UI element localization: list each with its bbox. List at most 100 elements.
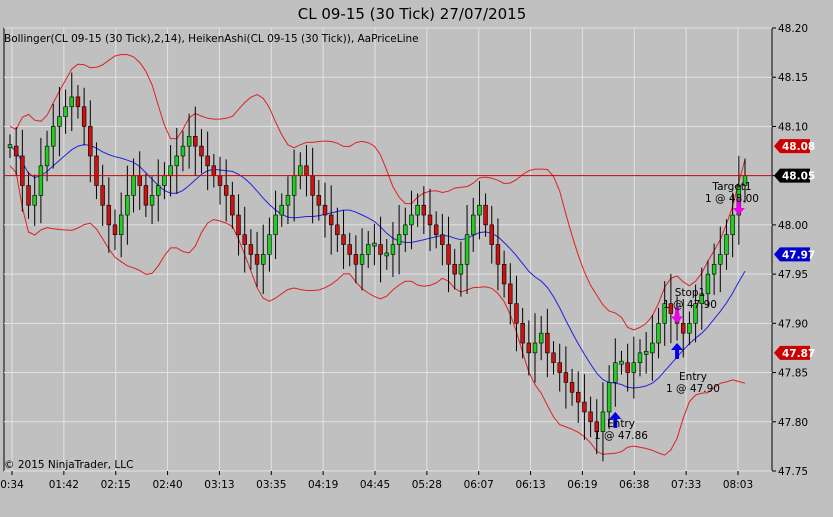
price-tag-label: 47.87 bbox=[782, 348, 815, 360]
candle-body bbox=[180, 145, 186, 157]
candle-body bbox=[44, 145, 50, 167]
annotation-qty: 1 @ 47.90 bbox=[666, 383, 720, 395]
candle-body bbox=[236, 214, 241, 236]
y-tick-label: 47.75 bbox=[778, 466, 808, 478]
candle-body bbox=[606, 382, 612, 413]
x-tick-label: 04:45 bbox=[360, 479, 390, 491]
candle-body bbox=[131, 175, 136, 196]
candle-body bbox=[464, 234, 470, 265]
candle-body bbox=[7, 144, 13, 148]
candle-body bbox=[440, 234, 445, 245]
y-tick-label: 47.80 bbox=[778, 417, 808, 429]
candle-body bbox=[427, 214, 433, 226]
candle-body bbox=[106, 204, 112, 226]
candle-body bbox=[458, 263, 464, 275]
annotation-label: Target1 bbox=[711, 181, 751, 193]
candle-body bbox=[248, 244, 254, 255]
candle-body bbox=[619, 360, 624, 365]
candle-body bbox=[174, 155, 179, 167]
candle-body bbox=[600, 411, 606, 432]
y-tick-label: 48.15 bbox=[778, 72, 808, 84]
candle-body bbox=[489, 224, 494, 245]
x-tick-label: 01:42 bbox=[49, 479, 79, 491]
candle-body bbox=[390, 244, 396, 255]
candle-body bbox=[149, 195, 155, 206]
y-tick-label: 48.00 bbox=[778, 220, 808, 232]
candle-body bbox=[545, 332, 550, 354]
candle-body bbox=[322, 204, 328, 216]
candle-body bbox=[230, 195, 235, 216]
x-tick-label: 04:19 bbox=[308, 479, 338, 491]
candle-body bbox=[69, 96, 74, 108]
copyright-label: © 2015 NinjaTrader, LLC bbox=[4, 459, 133, 471]
price-tag-label: 48.05 bbox=[782, 171, 815, 183]
candle-body bbox=[520, 323, 525, 344]
x-tick-label: 06:19 bbox=[567, 479, 597, 491]
candle-body bbox=[291, 175, 297, 196]
candle-body bbox=[261, 254, 266, 265]
candle-body bbox=[681, 323, 686, 334]
candle-body bbox=[588, 411, 593, 423]
x-tick-label: 08:03 bbox=[723, 479, 753, 491]
candle-body bbox=[162, 175, 167, 186]
candle-body bbox=[81, 106, 87, 127]
candle-body bbox=[643, 351, 649, 355]
candle-body bbox=[471, 214, 476, 236]
candle-body bbox=[143, 185, 149, 206]
candle-body bbox=[211, 165, 217, 176]
y-tick-label: 48.20 bbox=[778, 23, 808, 35]
candle-body bbox=[193, 135, 198, 147]
candle-body bbox=[168, 165, 173, 176]
candle-body bbox=[705, 273, 711, 295]
candle-body bbox=[501, 263, 507, 285]
x-tick-label: 0:34 bbox=[0, 479, 24, 491]
x-tick-label: 06:13 bbox=[515, 479, 545, 491]
candle-body bbox=[551, 352, 556, 364]
candle-body bbox=[526, 342, 532, 354]
candle-body bbox=[273, 214, 278, 236]
x-tick-label: 02:40 bbox=[152, 479, 182, 491]
candle-body bbox=[310, 175, 315, 196]
candle-body bbox=[538, 332, 544, 344]
candle-body bbox=[353, 254, 359, 265]
candle-body bbox=[637, 352, 643, 364]
y-tick-label: 47.90 bbox=[778, 318, 808, 330]
candle-body bbox=[94, 155, 99, 186]
candle-body bbox=[483, 204, 488, 226]
candle-body bbox=[477, 204, 482, 216]
candle-body bbox=[254, 254, 260, 265]
x-tick-label: 06:07 bbox=[464, 479, 494, 491]
candle-body bbox=[100, 185, 105, 206]
candle-body bbox=[26, 185, 31, 206]
candle-body bbox=[359, 254, 365, 265]
plot-frame bbox=[3, 27, 773, 472]
candle-body bbox=[125, 195, 130, 216]
candle-body bbox=[718, 254, 723, 265]
annotation-qty: 1 @ 47.86 bbox=[594, 430, 648, 442]
x-tick-label: 03:13 bbox=[204, 479, 234, 491]
x-tick-label: 05:28 bbox=[412, 479, 442, 491]
candle-body bbox=[38, 165, 44, 196]
candle-body bbox=[279, 204, 284, 216]
candle-body bbox=[396, 234, 402, 245]
price-tag-label: 48.08 bbox=[782, 141, 815, 153]
candle-body bbox=[88, 126, 93, 157]
candle-body bbox=[13, 145, 19, 157]
x-tick-label: 06:38 bbox=[619, 479, 649, 491]
candle-body bbox=[563, 372, 569, 383]
candle-body bbox=[730, 214, 735, 236]
price-tag-label: 47.97 bbox=[782, 249, 815, 261]
candle-body bbox=[687, 323, 692, 334]
candle-body bbox=[366, 244, 371, 255]
chart-title: CL 09-15 (30 Tick) 27/07/2015 bbox=[298, 5, 527, 23]
candle-body bbox=[415, 204, 420, 216]
candle-body bbox=[711, 263, 717, 275]
candle-body bbox=[508, 283, 513, 304]
candle-body bbox=[186, 135, 192, 147]
candle-body bbox=[118, 214, 124, 236]
candle-body bbox=[631, 362, 637, 373]
chart: CL 09-15 (30 Tick) 27/07/2015 Target1 1 @… bbox=[0, 0, 833, 517]
chart-svg: CL 09-15 (30 Tick) 27/07/2015 Target1 1 @… bbox=[0, 0, 833, 517]
candle-body bbox=[75, 96, 81, 108]
candle-body bbox=[495, 244, 501, 265]
